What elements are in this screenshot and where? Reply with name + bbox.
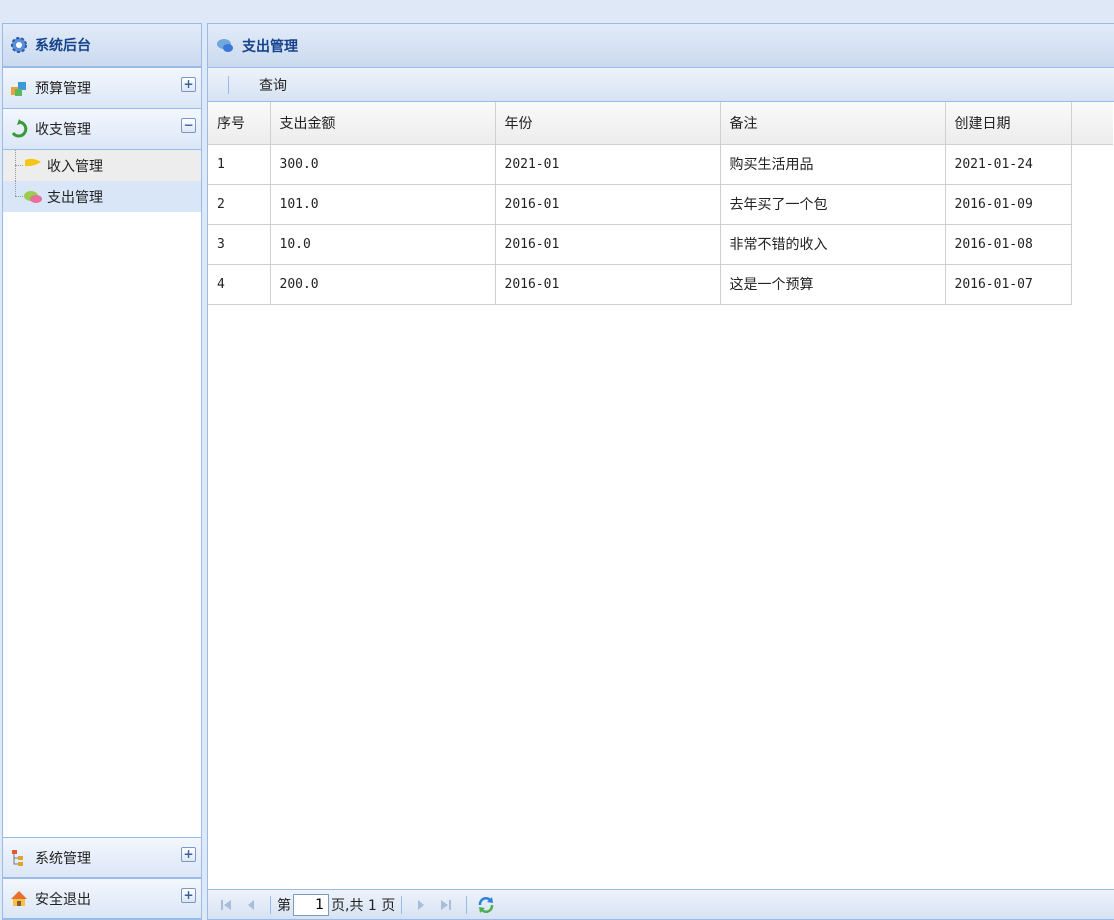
- prev-page-icon[interactable]: [246, 899, 256, 911]
- expand-icon[interactable]: +: [181, 847, 196, 862]
- expand-icon[interactable]: +: [181, 888, 196, 903]
- sidebar-item-income[interactable]: 收入管理: [3, 150, 201, 181]
- refresh-icon[interactable]: [477, 896, 495, 914]
- top-banner: [0, 0, 1114, 23]
- main-panel: 支出管理 查询 序号 支出金额 年份 备注 创建日期 1 300.0 2021-…: [207, 23, 1114, 920]
- gear-icon: [9, 35, 29, 55]
- flag-icon: [23, 158, 43, 174]
- chat-icon: [23, 189, 43, 205]
- sidebar-header: 系统后台: [3, 24, 201, 68]
- pager-separator: [401, 895, 403, 914]
- column-header[interactable]: 年份: [495, 102, 721, 145]
- page-number-input[interactable]: [293, 893, 329, 916]
- main-header: 支出管理: [208, 24, 1114, 68]
- table-row[interactable]: 3 10.0 2016-01 非常不错的收入 2016-01-08: [208, 224, 1113, 265]
- hierarchy-icon: [9, 848, 29, 868]
- cell-amount: 300.0: [270, 144, 496, 185]
- recycle-icon: [9, 119, 29, 139]
- pager-separator: [466, 895, 468, 914]
- column-header[interactable]: 备注: [720, 102, 946, 145]
- panel-budget-label: 预算管理: [35, 81, 91, 97]
- cell-index: 4: [208, 264, 271, 305]
- cell-date: 2021-01-24: [945, 144, 1072, 185]
- column-header[interactable]: 序号: [208, 102, 271, 145]
- query-button[interactable]: 查询: [259, 75, 287, 95]
- cubes-icon: [9, 78, 29, 98]
- panel-finance-label: 收支管理: [35, 122, 91, 138]
- sidebar: 系统后台 预算管理 + 收支管理 − 收入管理 支出管理 系统管理 + 安全退出…: [2, 23, 202, 920]
- home-icon: [9, 889, 29, 909]
- panel-system[interactable]: 系统管理 +: [3, 837, 201, 878]
- cell-date: 2016-01-08: [945, 224, 1072, 265]
- cell-remark: 这是一个预算: [720, 264, 946, 305]
- last-page-icon[interactable]: [440, 899, 452, 911]
- table-row[interactable]: 1 300.0 2021-01 购买生活用品 2021-01-24: [208, 144, 1113, 185]
- sidebar-bottom: 系统管理 + 安全退出 +: [3, 837, 201, 919]
- chat-icon: [216, 36, 236, 56]
- expand-icon[interactable]: +: [181, 77, 196, 92]
- collapse-icon[interactable]: −: [181, 118, 196, 133]
- sidebar-title: 系统后台: [35, 38, 91, 54]
- panel-logout[interactable]: 安全退出 +: [3, 878, 201, 919]
- toolbar: 查询: [208, 68, 1114, 102]
- cell-index: 1: [208, 144, 271, 185]
- cell-date: 2016-01-07: [945, 264, 1072, 305]
- cell-year: 2016-01: [495, 224, 721, 265]
- panel-logout-label: 安全退出: [35, 891, 91, 908]
- page-prefix: 第: [277, 897, 291, 914]
- toolbar-separator: [228, 75, 229, 94]
- column-header[interactable]: 创建日期: [945, 102, 1072, 145]
- cell-amount: 10.0: [270, 224, 496, 265]
- table-row[interactable]: 2 101.0 2016-01 去年买了一个包 2016-01-09: [208, 184, 1113, 225]
- cell-year: 2016-01: [495, 184, 721, 225]
- cell-index: 3: [208, 224, 271, 265]
- grid-header-row: 序号 支出金额 年份 备注 创建日期: [208, 102, 1113, 145]
- cell-amount: 200.0: [270, 264, 496, 305]
- panel-budget[interactable]: 预算管理 +: [3, 68, 201, 109]
- panel-system-label: 系统管理: [35, 850, 91, 867]
- next-page-icon[interactable]: [416, 899, 426, 911]
- data-grid: 序号 支出金额 年份 备注 创建日期 1 300.0 2021-01 购买生活用…: [208, 102, 1113, 305]
- pager-separator: [270, 895, 271, 914]
- cell-date: 2016-01-09: [945, 184, 1072, 225]
- cell-remark: 购买生活用品: [720, 144, 946, 185]
- sidebar-item-expense[interactable]: 支出管理: [3, 181, 201, 212]
- pagination-bar: 第 页,共 1 页: [208, 889, 1114, 919]
- page-suffix: 页,共 1 页: [331, 897, 396, 914]
- cell-remark: 非常不错的收入: [720, 224, 946, 265]
- panel-finance[interactable]: 收支管理 −: [3, 109, 201, 150]
- cell-amount: 101.0: [270, 184, 496, 225]
- table-row[interactable]: 4 200.0 2016-01 这是一个预算 2016-01-07: [208, 264, 1113, 305]
- cell-year: 2021-01: [495, 144, 721, 185]
- cell-year: 2016-01: [495, 264, 721, 305]
- page-title: 支出管理: [242, 38, 298, 55]
- column-header[interactable]: 支出金额: [270, 102, 496, 145]
- cell-index: 2: [208, 184, 271, 225]
- sidebar-item-label: 支出管理: [47, 189, 103, 206]
- first-page-icon[interactable]: [220, 899, 232, 911]
- cell-remark: 去年买了一个包: [720, 184, 946, 225]
- column-header-filler: [1071, 102, 1113, 145]
- sidebar-item-label: 收入管理: [47, 158, 103, 175]
